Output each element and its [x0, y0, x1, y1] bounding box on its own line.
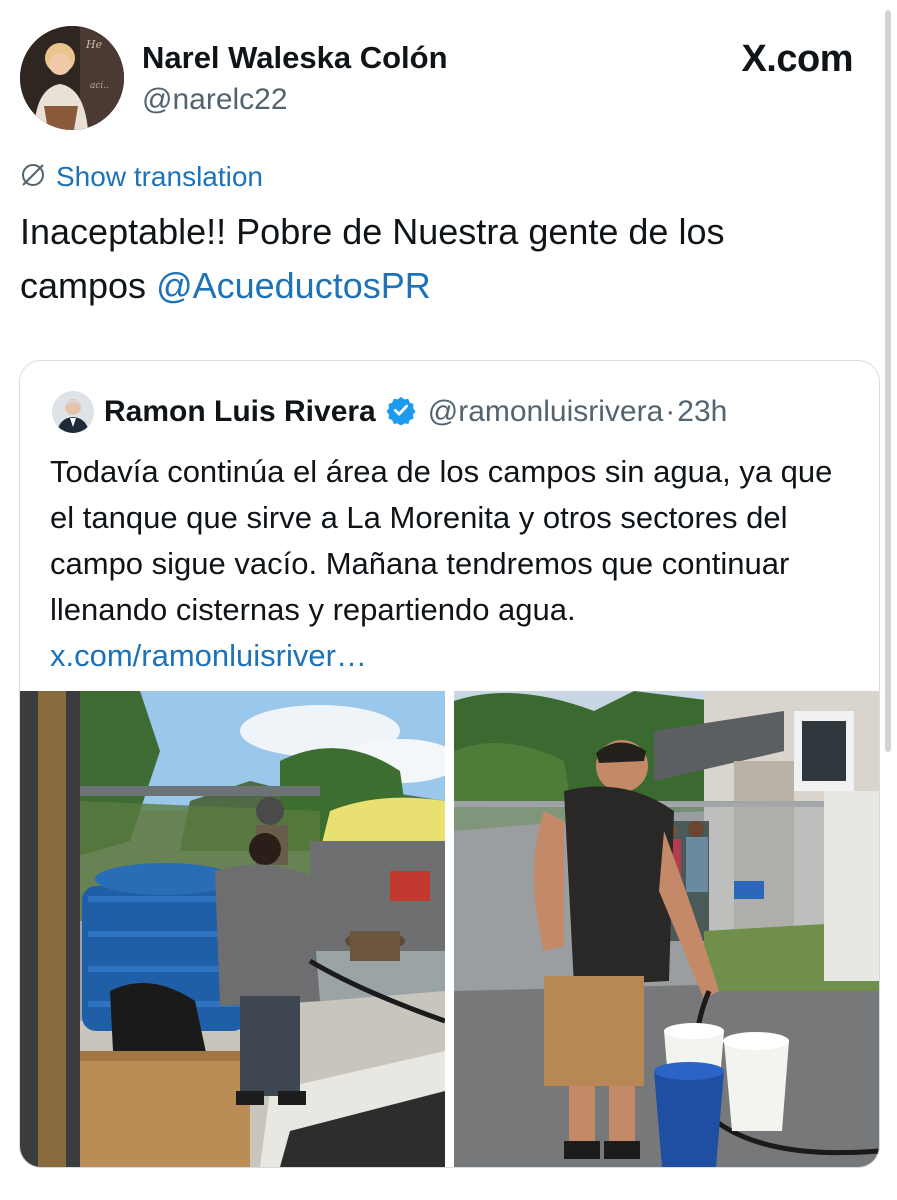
quoted-link[interactable]: x.com/ramonluisriver… — [50, 638, 367, 673]
quoted-media-grid — [20, 691, 879, 1167]
dot-separator: · — [665, 395, 676, 428]
quoted-timestamp[interactable]: 23h — [677, 395, 727, 429]
svg-text:aci..: aci.. — [90, 81, 109, 91]
quoted-author-handle[interactable]: @ramonluisrivera — [428, 395, 664, 429]
tweet-text: Inaceptable!! Pobre de Nuestra gente de … — [20, 205, 860, 313]
svg-text:He: He — [85, 38, 103, 51]
globe-slash-icon — [20, 162, 46, 193]
photo-water-tank[interactable] — [20, 691, 445, 1167]
quoted-body: Todavía continúa el área de los campos s… — [50, 454, 833, 627]
verified-badge-icon — [386, 395, 416, 430]
photo-filling-buckets[interactable] — [454, 691, 879, 1167]
author-avatar[interactable]: He aci.. — [20, 26, 124, 130]
quoted-author-avatar[interactable] — [52, 391, 94, 433]
quoted-tweet[interactable]: Ramon Luis Rivera @ramonluisrivera · 23h… — [19, 360, 880, 1168]
mention-link[interactable]: @AcueductosPR — [156, 265, 431, 306]
scrollbar[interactable] — [885, 10, 891, 752]
author-name[interactable]: Narel Waleska Colón — [142, 40, 448, 76]
tweet-header: He aci.. Narel Waleska Colón @narelc22 X… — [20, 26, 857, 136]
quoted-tweet-text: Todavía continúa el área de los campos s… — [50, 449, 850, 679]
quoted-tweet-header: Ramon Luis Rivera @ramonluisrivera · 23h — [52, 389, 727, 435]
show-translation-label[interactable]: Show translation — [56, 161, 263, 193]
author-handle[interactable]: @narelc22 — [142, 83, 288, 117]
brand-label: X.com — [741, 38, 853, 80]
show-translation-link[interactable]: Show translation — [20, 161, 263, 193]
quoted-author-name[interactable]: Ramon Luis Rivera — [104, 395, 376, 429]
